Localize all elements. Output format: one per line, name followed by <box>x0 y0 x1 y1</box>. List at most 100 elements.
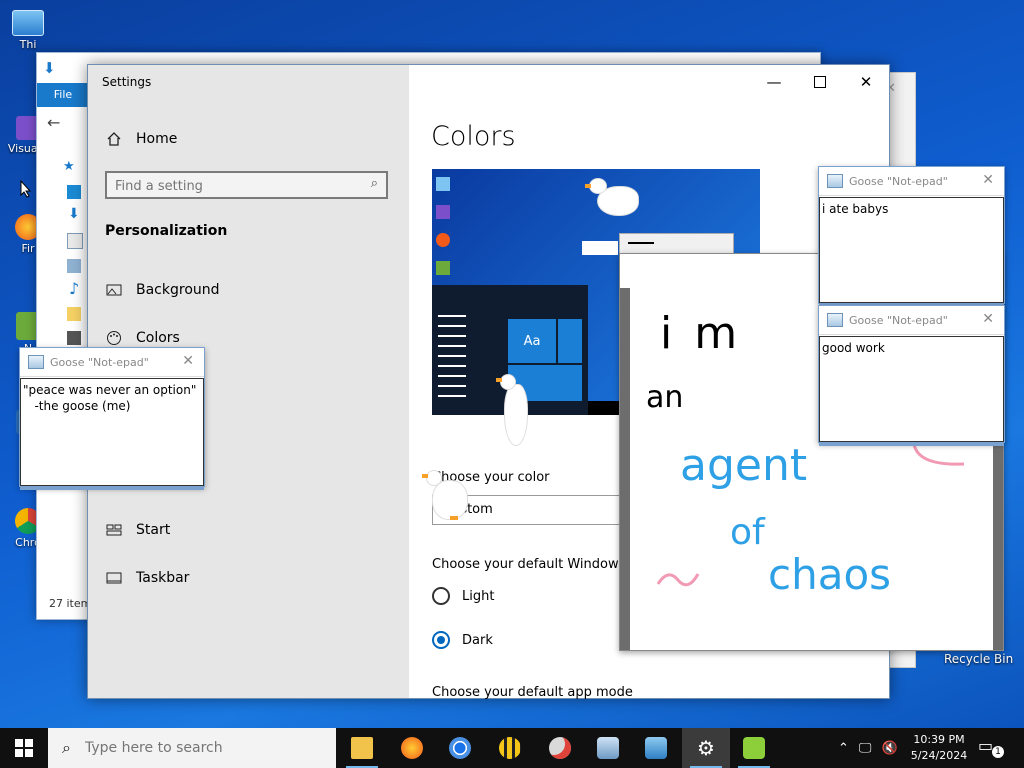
nav-colors-label: Colors <box>136 330 180 346</box>
preview-desktop-icon <box>436 261 450 275</box>
documents-icon <box>67 233 83 249</box>
clock-date: 5/24/2024 <box>910 749 968 762</box>
firefox-icon <box>401 737 423 759</box>
gear-icon: ⚙ <box>697 736 715 760</box>
network-icon[interactable]: 🖵 <box>859 741 872 756</box>
goose-icon[interactable] <box>496 372 536 446</box>
radio-button[interactable] <box>432 587 450 605</box>
picture-icon <box>106 284 122 296</box>
page-title: Colors <box>431 121 516 152</box>
minimize-icon: — <box>766 73 782 91</box>
radio-button-selected[interactable] <box>432 631 450 649</box>
mode-option-dark[interactable]: Dark <box>432 631 493 649</box>
start-button[interactable] <box>0 728 48 768</box>
minimize-button[interactable]: — <box>751 65 797 99</box>
notification-center-button[interactable]: ▭ 1 <box>978 736 1008 760</box>
pink-squiggle <box>656 573 700 587</box>
settings-search[interactable]: ⌕ <box>105 171 388 199</box>
nav-colors[interactable]: Colors <box>106 330 180 346</box>
notepad-title: Goose "Not-epad" <box>849 313 948 327</box>
goose-icon[interactable] <box>585 176 639 216</box>
windows-logo-icon <box>15 739 33 757</box>
downloads-icon: ⬇ <box>68 206 80 222</box>
taskbar-file-explorer[interactable] <box>338 728 386 768</box>
paint-icon <box>549 737 571 759</box>
preview-desktop-icon <box>436 177 450 191</box>
nav-taskbar-label: Taskbar <box>136 570 190 586</box>
close-icon[interactable]: ✕ <box>982 172 994 188</box>
notepad-title: Goose "Not-epad" <box>50 355 149 369</box>
notepad-text[interactable]: good work <box>819 336 1004 442</box>
maximize-button[interactable] <box>797 65 843 99</box>
notepad-icon <box>827 313 843 327</box>
desktop-icon-this-pc[interactable]: Thi <box>6 10 50 51</box>
taskbar-firefox[interactable] <box>388 728 436 768</box>
drawing-text: agent <box>680 440 808 491</box>
volume-muted-icon[interactable]: 🔇 <box>881 741 897 756</box>
close-icon: ✕ <box>859 73 873 91</box>
image-viewer-icon <box>597 737 619 759</box>
bee-icon <box>499 737 521 759</box>
nav-taskbar[interactable]: Taskbar <box>106 570 189 586</box>
folder-icon <box>67 307 81 321</box>
search-icon[interactable]: ⌕ <box>371 176 378 191</box>
mode-option-label: Dark <box>462 632 493 648</box>
notepad-icon <box>28 355 44 369</box>
download-arrow-icon: ⬇ <box>43 59 56 77</box>
taskbar-paint-app[interactable] <box>536 728 584 768</box>
folder-icon <box>351 737 373 759</box>
file-tab[interactable]: File <box>37 83 89 107</box>
chevron-up-icon[interactable]: ⌃ <box>838 741 849 756</box>
preview-desktop-icon <box>436 205 450 219</box>
nav-background-label: Background <box>136 282 220 298</box>
videos-icon <box>67 331 81 345</box>
section-heading: Personalization <box>105 223 228 239</box>
search-icon: ⌕ <box>62 738 71 757</box>
computer-icon <box>12 10 44 36</box>
notification-icon: ▭ <box>978 736 994 755</box>
music-icon: ♪ <box>69 279 80 298</box>
close-button[interactable]: ✕ <box>843 65 889 99</box>
close-icon[interactable]: ✕ <box>982 311 994 327</box>
close-icon[interactable]: ✕ <box>182 353 194 369</box>
nav-start[interactable]: Start <box>106 522 170 538</box>
palette-icon <box>107 331 121 345</box>
goose-icon[interactable] <box>422 466 474 522</box>
taskbar-search[interactable]: ⌕ <box>48 728 336 768</box>
notepad-text[interactable]: "peace was never an option" -the goose (… <box>20 378 204 486</box>
preview-tile: Aa <box>508 319 556 363</box>
goose-notepad-2: Goose "Not-epad" ✕ i ate babys <box>818 166 1005 307</box>
goose-notepad-3: Goose "Not-epad" ✕ good work <box>818 305 1005 446</box>
settings-search-input[interactable] <box>107 173 357 199</box>
taskbar-image-viewer[interactable] <box>584 728 632 768</box>
nav-background[interactable]: Background <box>106 282 220 298</box>
nav-home-label: Home <box>136 131 178 147</box>
control-panel-icon <box>645 737 667 759</box>
goose-notepad-1: Goose "Not-epad" ✕ "peace was never an o… <box>19 347 205 490</box>
taskbar-notepad-goose[interactable] <box>730 728 778 768</box>
preview-desktop-icon <box>436 233 450 247</box>
taskbar-settings[interactable]: ⚙ <box>682 728 730 768</box>
chrome-icon <box>449 737 471 759</box>
clock[interactable]: 10:39 PM 5/24/2024 <box>906 732 972 764</box>
notepad-icon <box>827 174 843 188</box>
mouse-cursor-icon <box>20 180 32 198</box>
taskbar-bee-app[interactable] <box>486 728 534 768</box>
back-arrow-icon[interactable]: ← <box>47 113 60 132</box>
drawing-text: of <box>730 512 765 553</box>
mode-option-light[interactable]: Light <box>432 587 494 605</box>
notepad-text[interactable]: i ate babys <box>819 197 1004 303</box>
desktop-folder-icon <box>67 185 81 199</box>
desktop-icon-label: Thi <box>19 38 37 51</box>
maximize-icon <box>814 76 826 88</box>
system-tray: ⌃ 🖵 🔇 <box>838 728 898 768</box>
notepad-title: Goose "Not-epad" <box>849 174 948 188</box>
pictures-icon <box>67 259 81 273</box>
taskbar-search-input[interactable] <box>82 739 317 757</box>
drawing-text: i m <box>660 308 742 359</box>
taskbar-control-panel[interactable] <box>632 728 680 768</box>
recycle-bin-label[interactable]: Recycle Bin <box>944 652 1013 666</box>
nav-home[interactable]: Home <box>106 131 177 147</box>
taskbar-chrome[interactable] <box>436 728 484 768</box>
taskbar-icon <box>106 572 122 584</box>
